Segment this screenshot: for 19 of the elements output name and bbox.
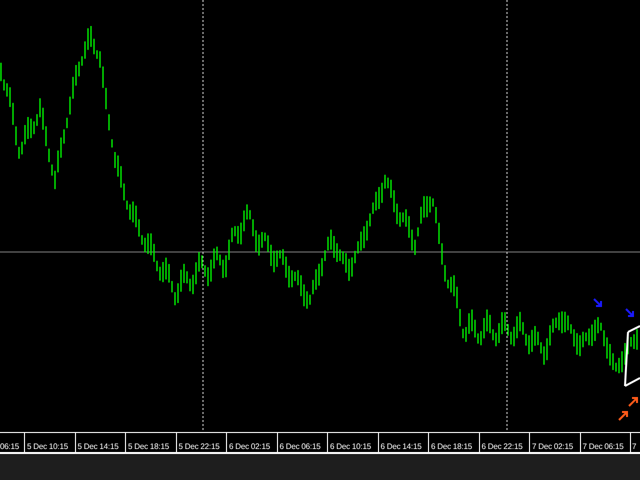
arrow-icon	[593, 298, 602, 307]
time-label: 7	[632, 441, 636, 452]
time-label: 7 Dec 06:15	[582, 441, 624, 452]
time-label: 6 Dec 10:15	[330, 441, 371, 452]
time-label: 06:15	[0, 441, 20, 452]
time-label: 6 Dec 14:15	[380, 441, 422, 452]
arrow-icon	[618, 411, 628, 421]
time-label: 7 Dec 02:15	[532, 441, 573, 452]
time-label: 6 Dec 06:15	[280, 441, 320, 452]
time-label: 6 Dec 18:15	[431, 441, 472, 452]
time-label: 5 Dec 22:15	[178, 441, 220, 452]
arrow-icon	[628, 397, 638, 407]
arrow-icon	[625, 308, 634, 317]
time-label: 5 Dec 14:15	[78, 441, 118, 452]
time-label: 5 Dec 10:15	[27, 441, 68, 452]
time-label: 6 Dec 02:15	[229, 441, 270, 452]
channel-drawing	[624, 325, 640, 387]
time-label: 5 Dec 18:15	[128, 441, 169, 452]
time-label: 6 Dec 22:15	[482, 441, 522, 452]
